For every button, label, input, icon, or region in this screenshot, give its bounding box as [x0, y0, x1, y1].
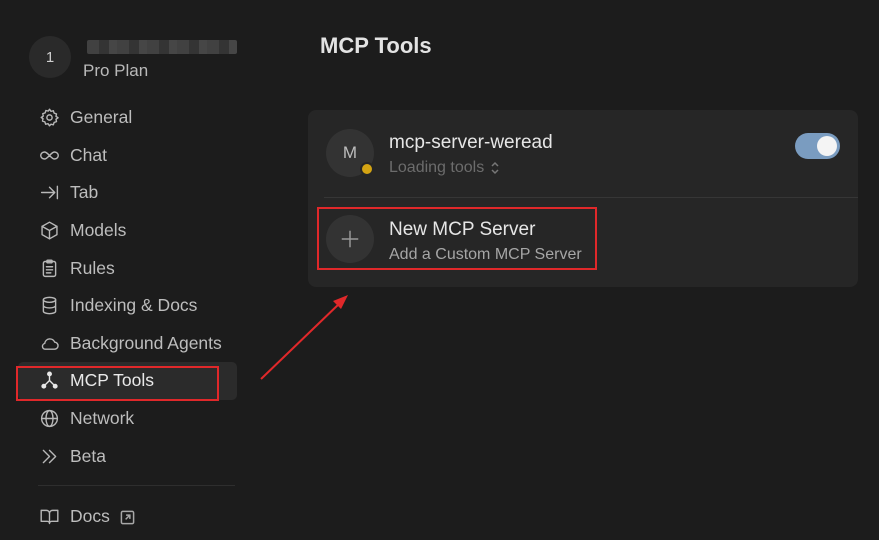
avatar: 1 — [29, 36, 71, 78]
mcp-server-row[interactable]: M mcp-server-weread Loading tools — [308, 110, 858, 198]
profile-name-redacted — [87, 40, 237, 54]
server-enabled-toggle[interactable] — [795, 133, 840, 159]
sidebar-item-beta[interactable]: Beta — [18, 437, 237, 475]
sidebar-item-label: Docs — [70, 506, 110, 527]
database-icon — [38, 295, 60, 317]
gear-icon — [38, 107, 60, 129]
cube-icon — [38, 220, 60, 242]
sidebar-item-models[interactable]: Models — [18, 212, 237, 250]
server-status-text: Loading tools — [389, 159, 485, 176]
status-indicator-dot — [360, 162, 374, 176]
sidebar-item-background-agents[interactable]: Background Agents — [18, 325, 237, 363]
page-title: MCP Tools — [320, 33, 432, 58]
sidebar-item-docs[interactable]: Docs — [18, 498, 237, 536]
double-chevron-right-icon — [38, 445, 60, 467]
sidebar-item-label: Indexing & Docs — [70, 295, 198, 316]
sidebar-item-label: Chat — [70, 144, 107, 165]
sidebar-item-chat[interactable]: Chat — [18, 137, 237, 175]
arrow-to-line-icon — [38, 182, 60, 204]
profile[interactable]: 1 Pro Plan — [29, 36, 239, 80]
sidebar-divider — [38, 485, 235, 486]
annotation-highlight-new-server — [317, 207, 597, 270]
book-open-icon — [38, 506, 60, 528]
settings-window: 1 Pro Plan General Chat Tab Models Rules… — [0, 0, 879, 540]
external-link-icon — [120, 509, 136, 525]
sidebar-item-label: General — [70, 107, 133, 128]
sidebar-item-rules[interactable]: Rules — [18, 249, 237, 287]
sidebar-item-indexing-docs[interactable]: Indexing & Docs — [18, 287, 237, 325]
server-status[interactable]: Loading tools — [389, 159, 500, 177]
sidebar: 1 Pro Plan General Chat Tab Models Rules… — [0, 0, 245, 540]
chevron-up-down-icon — [490, 161, 500, 175]
cloud-icon — [38, 332, 60, 354]
infinity-icon — [38, 144, 60, 166]
profile-plan: Pro Plan — [83, 61, 149, 80]
sidebar-item-label: Tab — [70, 182, 99, 203]
annotation-highlight-mcp-tools — [16, 366, 219, 401]
sidebar-item-label: Rules — [70, 257, 115, 278]
sidebar-item-label: Background Agents — [70, 332, 222, 353]
toggle-knob — [817, 136, 837, 156]
sidebar-item-tab[interactable]: Tab — [18, 174, 237, 212]
sidebar-item-general[interactable]: General — [18, 99, 237, 137]
sidebar-item-label: Network — [70, 408, 135, 429]
sidebar-item-network[interactable]: Network — [18, 400, 237, 438]
sidebar-item-label: Models — [70, 220, 127, 241]
sidebar-item-label: Beta — [70, 445, 106, 466]
sidebar-nav: General Chat Tab Models Rules Indexing &… — [18, 99, 237, 475]
globe-icon — [38, 408, 60, 430]
server-name: mcp-server-weread — [389, 132, 553, 153]
sidebar-footer: Docs — [18, 498, 237, 536]
clipboard-icon — [38, 257, 60, 279]
